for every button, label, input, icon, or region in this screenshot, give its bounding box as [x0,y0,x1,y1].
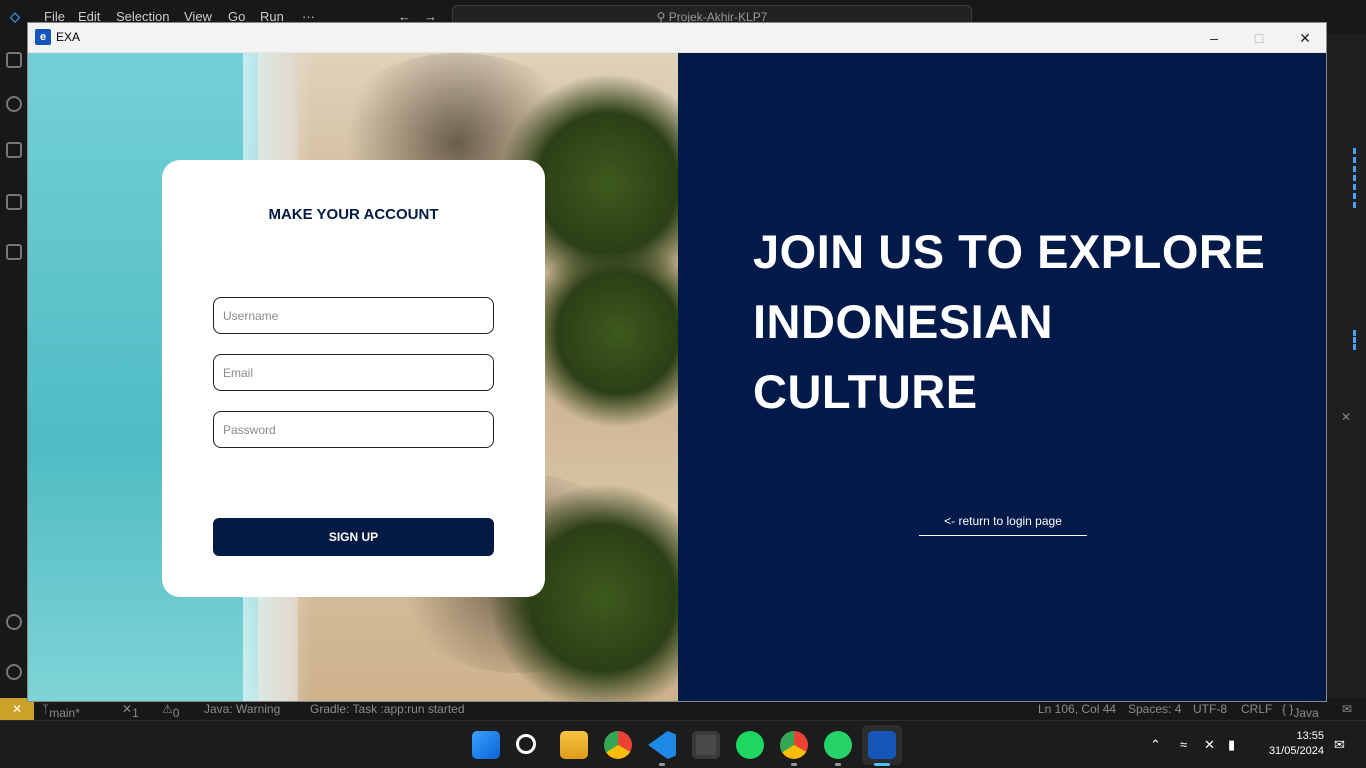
clock-time: 13:55 [1296,730,1324,742]
debug-icon[interactable] [6,194,22,210]
whatsapp-running-indicator [835,763,841,766]
vscode-icon[interactable] [648,731,676,759]
clock-date: 31/05/2024 [1268,745,1324,757]
status-gradle[interactable]: Gradle: Task :app:run started [310,702,465,716]
headline-line-1: JOIN US TO EXPLORE [753,225,1266,278]
volume-muted-icon[interactable]: ✕ [1204,737,1215,753]
minimap-markers-2 [1353,330,1356,350]
headline-line-2: INDONESIAN [753,295,1054,348]
source-control-icon[interactable] [6,142,22,158]
status-eol[interactable]: CRLF [1241,702,1272,716]
chrome-profile-icon[interactable] [780,731,808,759]
vscode-logo-icon: ◇ [10,9,20,24]
email-input[interactable] [213,354,494,391]
signup-button[interactable]: SIGN UP [213,518,494,556]
exa-app-icon[interactable] [868,731,896,759]
headline: JOIN US TO EXPLORE INDONESIAN CULTURE [753,217,1273,427]
file-explorer-icon[interactable] [560,731,588,759]
show-hidden-icons-chevron-icon[interactable]: ⌃ [1150,737,1161,753]
status-language[interactable]: { } Java [1282,702,1319,720]
vscode-running-indicator [659,763,665,766]
form-title: MAKE YOUR ACCOUNT [268,206,439,223]
status-java[interactable]: Java: Warning [204,702,280,716]
search-icon[interactable] [516,734,536,754]
exa-active-indicator [874,763,890,766]
headline-line-3: CULTURE [753,365,978,418]
vscode-right-panel: ✕ [1327,34,1366,698]
wifi-icon[interactable]: ≈ [1180,737,1187,752]
notification-icon[interactable]: ✉ [1334,737,1345,753]
account-icon[interactable] [6,614,22,630]
minimap-markers [1353,148,1356,208]
username-input[interactable] [213,297,494,334]
status-errors[interactable]: ✕ 1 [122,702,139,720]
exa-logo-icon: e [35,29,51,45]
status-spaces[interactable]: Spaces: 4 [1128,702,1181,716]
status-encoding[interactable]: UTF-8 [1193,702,1227,716]
exa-app-window: e EXA – □ ✕ MAKE YOUR ACCOUNT SIGN UP JO… [27,22,1327,702]
sublime-icon[interactable] [692,731,720,759]
panel-close-icon[interactable]: ✕ [1341,410,1351,424]
extensions-icon[interactable] [6,244,22,260]
status-warnings[interactable]: ⚠ 0 [162,702,179,720]
password-input[interactable] [213,411,494,448]
app-titlebar: e EXA – □ ✕ [28,23,1326,53]
windows-taskbar: ⌃ ≈ ✕ ▮ 13:55 31/05/2024 ✉ [0,720,1366,768]
explorer-icon[interactable] [6,52,22,68]
status-branch[interactable]: ᛉ main* [42,702,80,720]
spotify-icon[interactable] [736,731,764,759]
welcome-panel: JOIN US TO EXPLORE INDONESIAN CULTURE <-… [678,53,1326,701]
return-to-login-link[interactable]: <- return to login page [919,514,1087,536]
chrome-running-indicator [791,763,797,766]
whatsapp-icon[interactable] [824,731,852,759]
clock[interactable]: 13:55 31/05/2024 [1260,729,1324,759]
search-sidebar-icon[interactable] [6,96,22,112]
start-icon[interactable] [472,731,500,759]
battery-icon[interactable]: ▮ [1228,737,1235,753]
close-button[interactable]: ✕ [1282,23,1326,53]
app-title: EXA [56,30,81,44]
maximize-button[interactable]: □ [1236,23,1282,53]
settings-gear-icon[interactable] [6,664,22,680]
status-position[interactable]: Ln 106, Col 44 [1038,702,1116,716]
signup-card: MAKE YOUR ACCOUNT SIGN UP [162,160,545,597]
notifications-bell-icon[interactable]: ✉ [1342,702,1352,716]
minimize-button[interactable]: – [1191,23,1237,53]
chrome-icon[interactable] [604,731,632,759]
activity-bar [0,34,27,698]
